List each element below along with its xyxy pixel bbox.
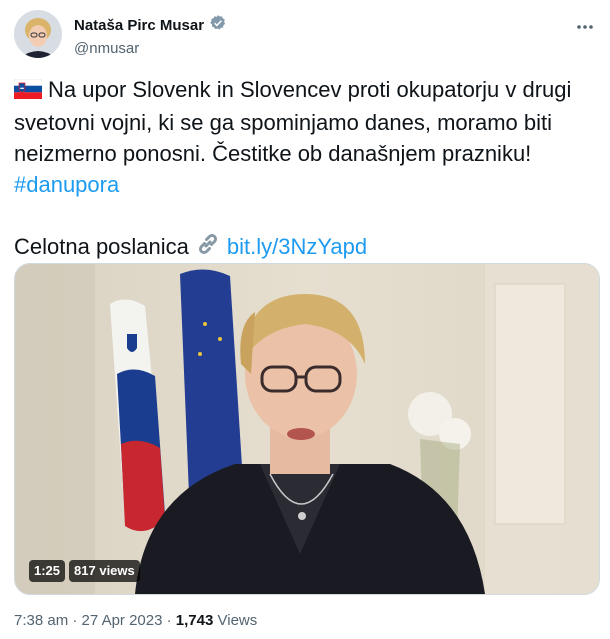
avatar-image (14, 10, 62, 58)
slovenia-flag-icon (13, 76, 43, 107)
link-line: Celotna poslanica bit.ly/3NzYapd (14, 231, 598, 265)
views-label: Views (217, 612, 258, 629)
view-count: 1,743 (175, 612, 214, 629)
video-views: 817 views (69, 560, 140, 582)
video-badges: 1:25 817 views (29, 560, 140, 582)
tweet-time[interactable]: 7:38 am (14, 612, 68, 629)
verified-badge-icon (209, 14, 227, 37)
tweet-meta: 7:38 am · 27 Apr 2023 · 1,743 Views (14, 612, 257, 629)
display-name[interactable]: Nataša Pirc Musar (74, 17, 204, 34)
author-info: Nataša Pirc Musar @nmusar (74, 14, 227, 57)
tweet-header: Nataša Pirc Musar @nmusar (14, 10, 598, 62)
tweet-body-text: Na upor Slovenk in Slovencev proti okupa… (14, 77, 572, 166)
meta-separator-2: · (166, 612, 172, 629)
video-duration: 1:25 (29, 560, 66, 582)
video-player[interactable]: 1:25 817 views (14, 263, 600, 595)
link-prefix: Celotna poslanica (14, 234, 189, 259)
tweet-body: Na upor Slovenk in Slovencev proti okupa… (13, 74, 598, 200)
hashtag-link[interactable]: #danupora (14, 172, 119, 197)
link-icon (195, 231, 221, 265)
video-thumbnail (15, 264, 599, 594)
avatar[interactable] (14, 10, 62, 58)
handle[interactable]: @nmusar (74, 40, 227, 57)
meta-separator: · (72, 612, 78, 629)
tweet-date[interactable]: 27 Apr 2023 (82, 612, 163, 629)
tweet-text: Na upor Slovenk in Slovencev proti okupa… (13, 74, 598, 265)
short-link[interactable]: bit.ly/3NzYapd (227, 234, 367, 259)
more-options-icon[interactable] (572, 14, 598, 40)
